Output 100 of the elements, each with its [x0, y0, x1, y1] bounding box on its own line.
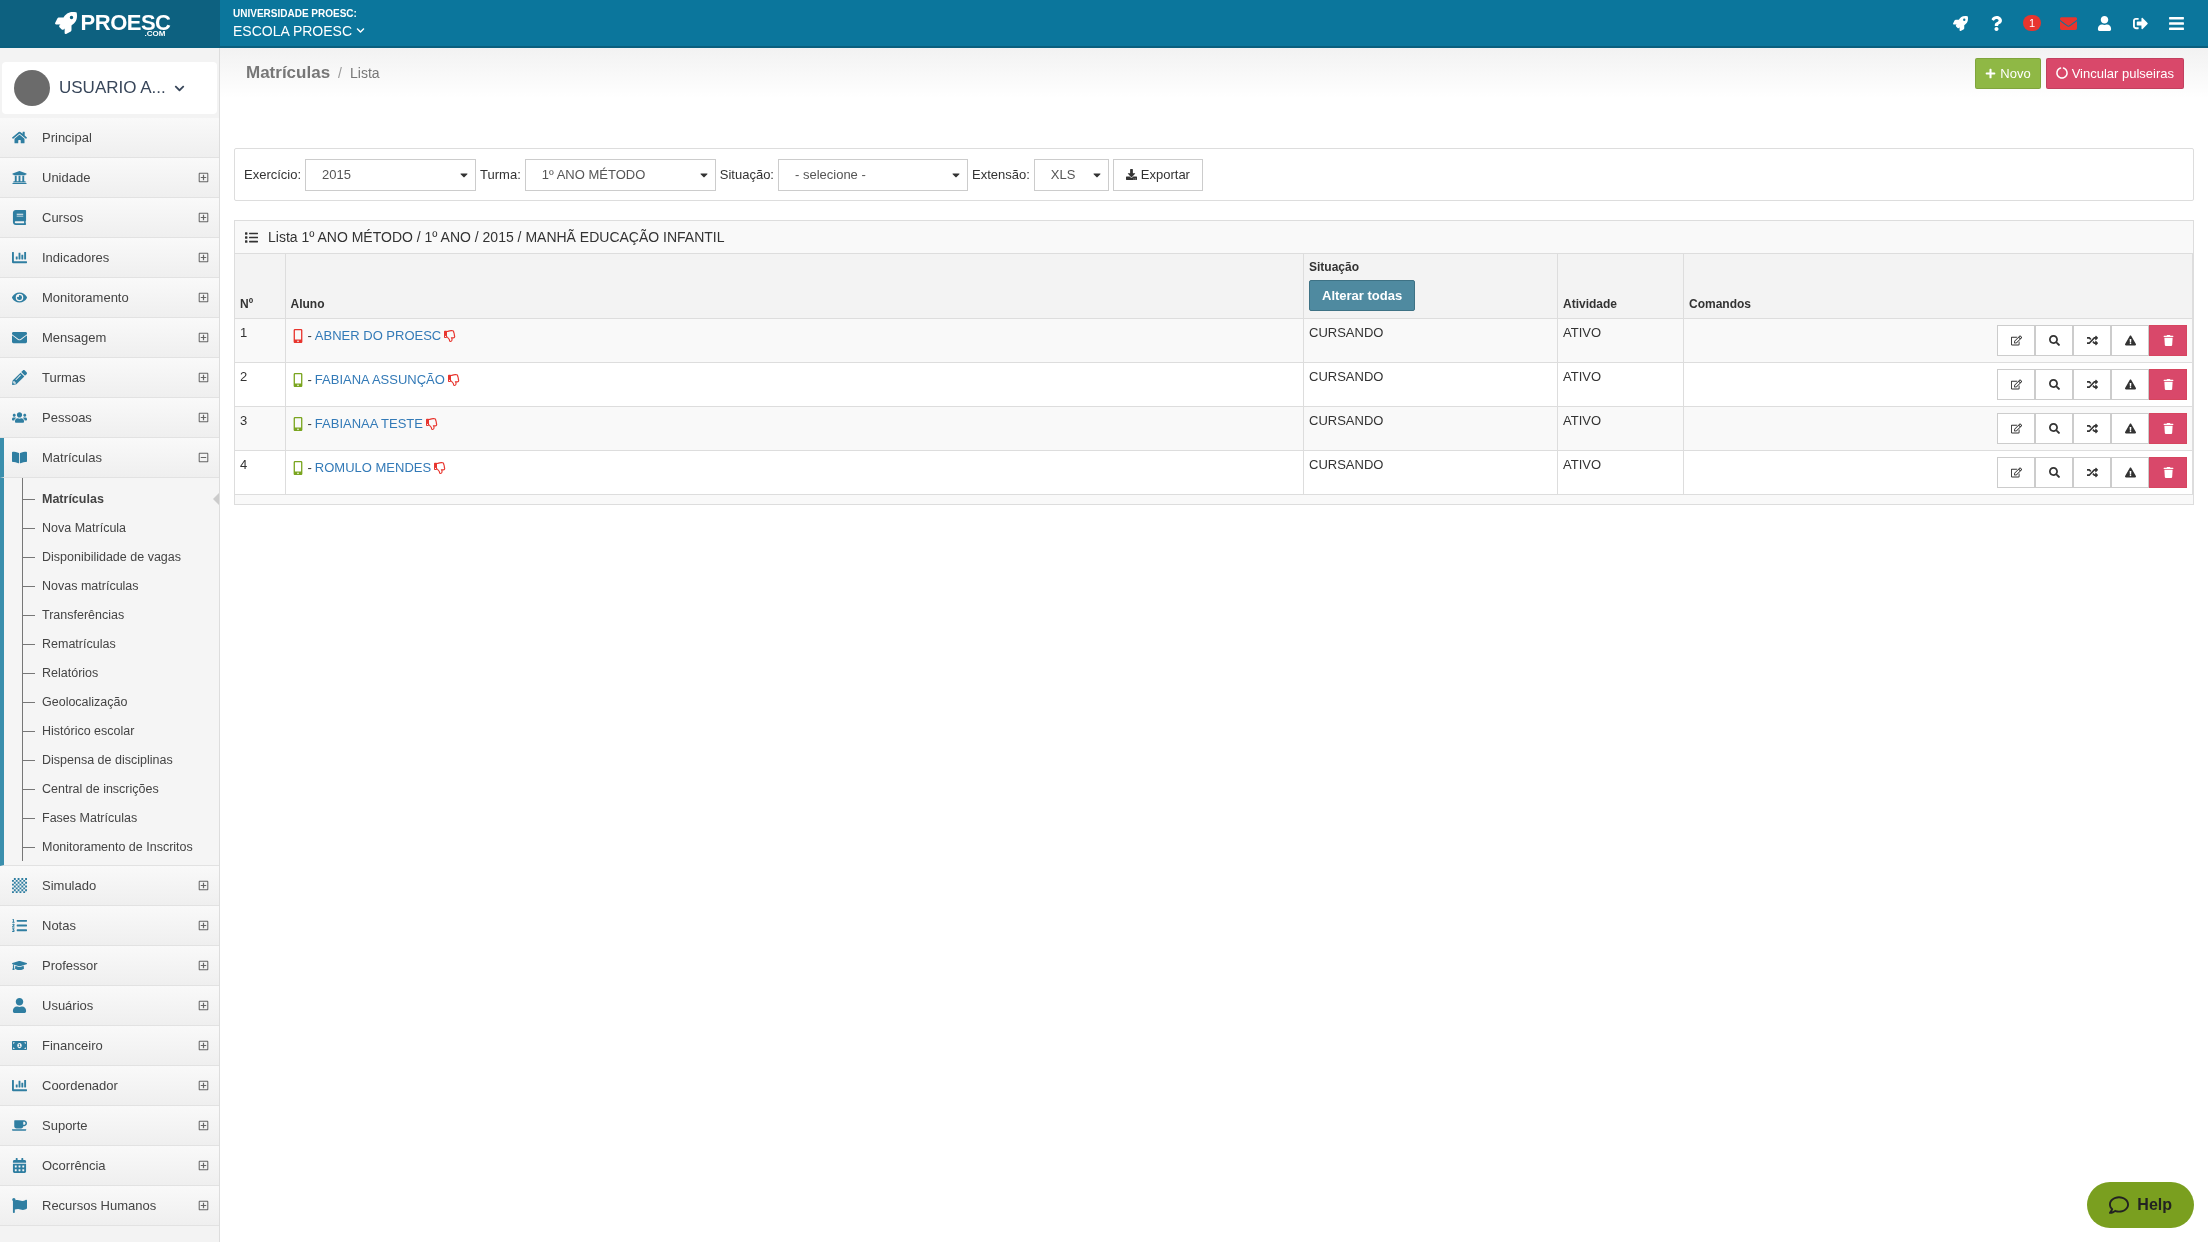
shuffle-button[interactable] — [2073, 457, 2111, 488]
sidebar-item[interactable]: Usuários — [0, 986, 219, 1026]
submenu-item[interactable]: Fases Matrículas — [4, 803, 219, 832]
help-button[interactable]: Help — [2087, 1182, 2194, 1228]
shuffle-icon — [2086, 379, 2098, 390]
expand-icon[interactable] — [198, 1120, 209, 1131]
sidebar-item[interactable]: Turmas — [0, 358, 219, 398]
sidebar-item[interactable]: Recursos Humanos — [0, 1186, 219, 1226]
delete-button[interactable] — [2149, 413, 2187, 444]
expand-icon[interactable] — [198, 1200, 209, 1211]
sidebar-item[interactable]: Unidade — [0, 158, 219, 198]
sidebar-item[interactable]: Indicadores — [0, 238, 219, 278]
trash-icon — [2162, 335, 2174, 346]
submenu-item[interactable]: Dispensa de disciplinas — [4, 745, 219, 774]
list-icon — [245, 230, 258, 244]
submenu-item[interactable]: Matrículas — [4, 484, 219, 513]
avatar — [14, 70, 50, 106]
student-link[interactable]: ROMULO MENDES — [314, 460, 432, 475]
expand-icon[interactable] — [198, 172, 209, 183]
delete-button[interactable] — [2149, 457, 2187, 488]
expand-icon[interactable] — [198, 212, 209, 223]
expand-icon[interactable] — [198, 332, 209, 343]
dash-text: - — [307, 328, 312, 343]
student-link[interactable]: FABIANA ASSUNÇÃO — [314, 372, 445, 387]
submenu-item[interactable]: Relatórios — [4, 658, 219, 687]
submenu-item[interactable]: Transferências — [4, 600, 219, 629]
filter-select[interactable]: - selecione - — [778, 158, 968, 191]
warning-button[interactable] — [2111, 413, 2149, 444]
expand-icon[interactable] — [198, 1080, 209, 1091]
expand-icon[interactable] — [198, 372, 209, 383]
trash-icon — [2162, 423, 2174, 434]
sidebar-item[interactable]: Suporte — [0, 1106, 219, 1146]
expand-icon[interactable] — [198, 412, 209, 423]
sidebar-item[interactable]: Monitoramento — [0, 278, 219, 318]
search-icon — [2048, 467, 2060, 478]
sidebar-item[interactable]: Ocorrência — [0, 1146, 219, 1186]
table-cell: ATIVO — [1563, 369, 1602, 384]
sidebar-item[interactable]: Mensagem — [0, 318, 219, 358]
expand-icon[interactable] — [198, 920, 209, 931]
warning-button[interactable] — [2111, 325, 2149, 356]
expand-icon[interactable] — [198, 292, 209, 303]
chevron-down-icon — [356, 26, 366, 35]
warning-button[interactable] — [2111, 457, 2149, 488]
thumbs-down-icon — [426, 417, 438, 430]
sidebar-item[interactable]: Notas — [0, 906, 219, 946]
sidebar-item[interactable]: Matrículas — [0, 438, 219, 478]
shuffle-button[interactable] — [2073, 369, 2111, 400]
warning-button[interactable] — [2111, 369, 2149, 400]
submenu-item[interactable]: Monitoramento de Inscritos — [4, 832, 219, 861]
submenu-item[interactable]: Histórico escolar — [4, 716, 219, 745]
edit-button[interactable] — [1997, 413, 2035, 444]
shuffle-button[interactable] — [2073, 413, 2111, 444]
collapse-icon[interactable] — [198, 452, 209, 463]
filter-label: Extensão: — [972, 167, 1030, 182]
notification-badge[interactable]: 1 — [2014, 5, 2050, 41]
student-link[interactable]: FABIANAA TESTE — [314, 416, 423, 431]
link-bracelets-button[interactable]: Vincular pulseiras — [2045, 57, 2184, 89]
change-all-button[interactable]: Alterar todas — [1309, 280, 1416, 311]
search-button[interactable] — [2035, 457, 2073, 488]
breadcrumb-separator: / — [338, 65, 342, 81]
submenu-item[interactable]: Disponibilidade de vagas — [4, 542, 219, 571]
edit-icon — [2010, 335, 2022, 346]
sidebar-item[interactable]: Coordenador — [0, 1066, 219, 1106]
sidebar-item[interactable]: Financeiro — [0, 1026, 219, 1066]
filter-select[interactable]: 1º ANO MÉTODO — [524, 158, 716, 191]
breadcrumb-link[interactable]: Matrículas — [246, 63, 331, 83]
export-button[interactable]: Exportar — [1112, 158, 1203, 191]
search-button[interactable] — [2035, 369, 2073, 400]
submenu-item[interactable]: Geolocalização — [4, 687, 219, 716]
delete-button[interactable] — [2149, 325, 2187, 356]
edit-button[interactable] — [1997, 369, 2035, 400]
trash-icon — [2162, 467, 2174, 478]
submenu-item[interactable]: Central de inscrições — [4, 774, 219, 803]
sidebar-item[interactable]: Cursos — [0, 198, 219, 238]
delete-button[interactable] — [2149, 369, 2187, 400]
submenu-item[interactable]: Rematrículas — [4, 629, 219, 658]
edit-button[interactable] — [1997, 325, 2035, 356]
dash-text: - — [307, 460, 312, 475]
expand-icon[interactable] — [198, 252, 209, 263]
sidebar-item[interactable]: Simulado — [0, 866, 219, 906]
submenu-item[interactable]: Nova Matrícula — [4, 513, 219, 542]
expand-icon[interactable] — [198, 1000, 209, 1011]
column-header: Aluno — [290, 297, 326, 311]
filter-select[interactable]: 2015 — [305, 158, 477, 191]
search-button[interactable] — [2035, 325, 2073, 356]
sidebar-item[interactable]: Professor — [0, 946, 219, 986]
search-button[interactable] — [2035, 413, 2073, 444]
column-header: Atividade — [1563, 297, 1618, 311]
school-selector[interactable]: ESCOLA PROESC — [233, 22, 1942, 39]
shuffle-button[interactable] — [2073, 325, 2111, 356]
expand-icon[interactable] — [198, 880, 209, 891]
student-link[interactable]: ABNER DO PROESC — [314, 328, 442, 343]
expand-icon[interactable] — [198, 960, 209, 971]
filter-select[interactable]: XLS — [1033, 158, 1109, 191]
sidebar-item[interactable]: Pessoas — [0, 398, 219, 438]
expand-icon[interactable] — [198, 1040, 209, 1051]
submenu-item[interactable]: Novas matrículas — [4, 571, 219, 600]
edit-button[interactable] — [1997, 457, 2035, 488]
expand-icon[interactable] — [198, 1160, 209, 1171]
sidebar-item[interactable]: Principal — [0, 118, 219, 158]
